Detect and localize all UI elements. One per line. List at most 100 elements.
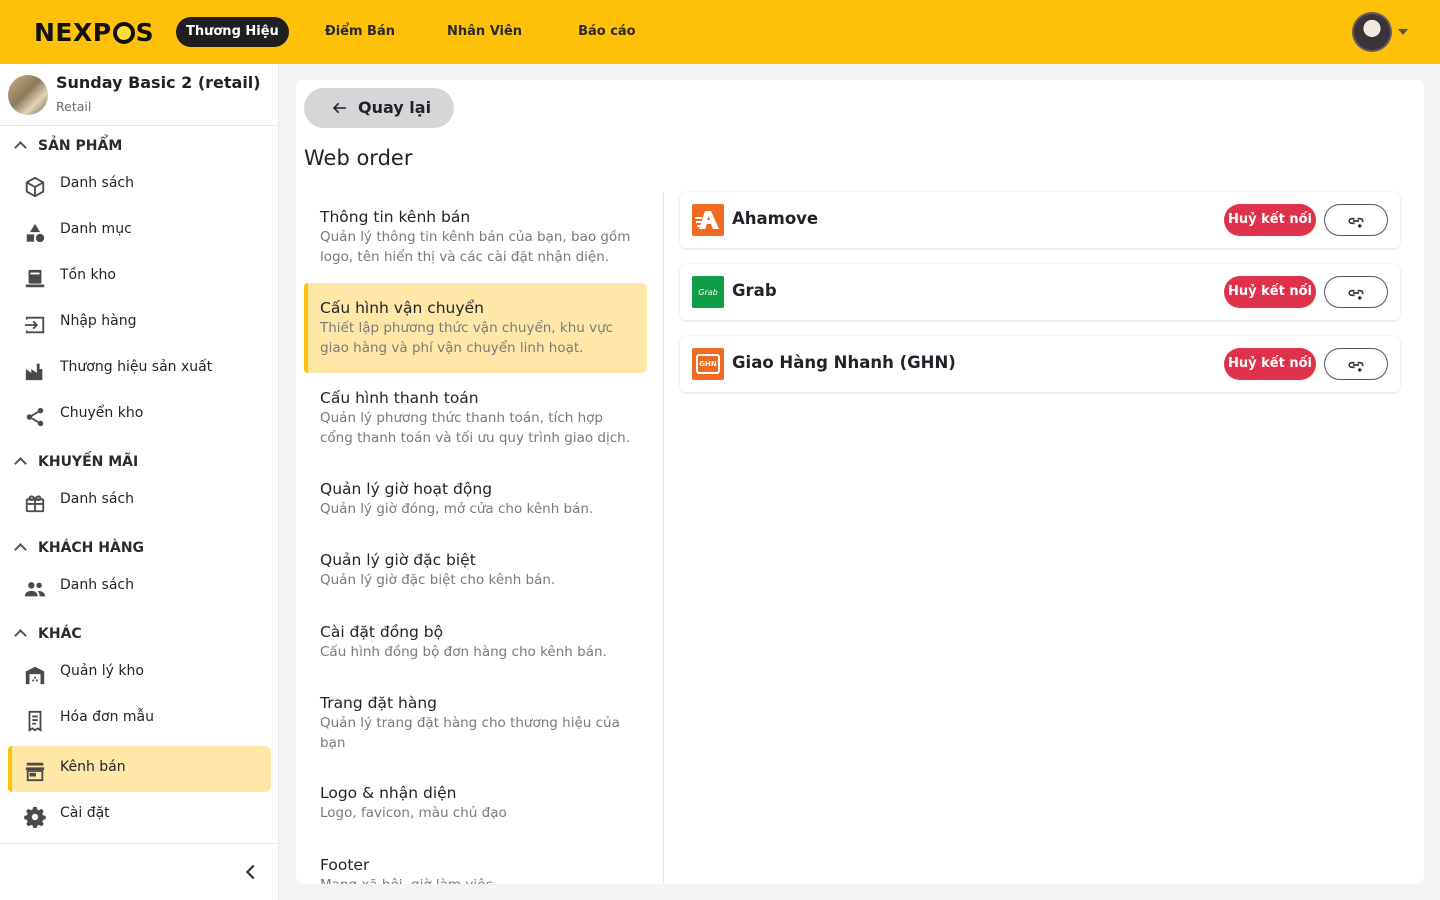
disconnect-button[interactable]: Huỷ kết nối bbox=[1224, 276, 1316, 308]
sidebar-item-quan-ly-kho[interactable]: Quản lý kho bbox=[8, 650, 271, 696]
menu-item-trang-dat-hang[interactable]: Trang đặt hàng Quản lý trang đặt hàng ch… bbox=[304, 694, 647, 753]
menu-item-desc: Quản lý giờ đặc biệt cho kênh bán. bbox=[320, 572, 556, 588]
chevron-up-icon bbox=[0, 541, 40, 555]
sidebar-divider bbox=[0, 843, 279, 844]
provider-card-ghn: GHN Giao Hàng Nhanh (GHN) Huỷ kết nối bbox=[680, 336, 1400, 392]
section-label: KHUYẾN MÃI bbox=[38, 454, 139, 470]
category-icon bbox=[26, 223, 45, 243]
chevron-up-icon bbox=[0, 627, 40, 641]
sidebar-item-label: Danh mục bbox=[60, 221, 132, 237]
section-khuyen-mai[interactable]: KHUYẾN MÃI bbox=[0, 447, 279, 477]
sidebar-item-kenh-ban[interactable]: Kênh bán bbox=[8, 746, 271, 792]
disconnect-button[interactable]: Huỷ kết nối bbox=[1224, 348, 1316, 380]
inventory-icon bbox=[25, 269, 45, 288]
menu-item-thong-tin-kenh-ban[interactable]: Thông tin kênh bán Quản lý thông tin kên… bbox=[304, 208, 647, 267]
menu-item-title: Quản lý giờ đặc biệt bbox=[320, 551, 476, 569]
warehouse-icon bbox=[25, 666, 45, 685]
sidebar: Sunday Basic 2 (retail) Retail SẢN PHẨM … bbox=[0, 64, 279, 900]
storefront-icon bbox=[25, 762, 45, 782]
gift-icon bbox=[25, 495, 45, 513]
menu-item-desc: Cấu hình đồng bộ đơn hàng cho kênh bán. bbox=[320, 644, 607, 660]
section-khach-hang[interactable]: KHÁCH HÀNG bbox=[0, 533, 279, 563]
chevron-up-icon bbox=[0, 139, 40, 153]
provider-card-grab: Grab Grab Huỷ kết nối bbox=[680, 264, 1400, 320]
sidebar-item-thuong-hieu-san-xuat[interactable]: Thương hiệu sản xuất bbox=[8, 346, 271, 392]
menu-item-desc: Quản lý phương thức thanh toán, tích hợp… bbox=[320, 410, 630, 446]
chevron-down-icon[interactable] bbox=[1398, 29, 1408, 35]
provider-name: Giao Hàng Nhanh (GHN) bbox=[732, 353, 956, 372]
gear-icon bbox=[24, 806, 46, 828]
chevron-up-icon bbox=[0, 455, 40, 469]
menu-item-quan-ly-gio-hoat-dong[interactable]: Quản lý giờ hoạt động Quản lý giờ đóng, … bbox=[304, 480, 647, 520]
store-header[interactable]: Sunday Basic 2 (retail) Retail bbox=[0, 64, 279, 126]
menu-item-cau-hinh-van-chuyen[interactable]: Cấu hình vận chuyển Thiết lập phương thứ… bbox=[304, 283, 647, 373]
sidebar-item-nhap-hang[interactable]: Nhập hàng bbox=[8, 300, 271, 346]
section-san-pham[interactable]: SẢN PHẨM bbox=[0, 131, 279, 161]
ahamove-logo-icon bbox=[692, 204, 724, 236]
sidebar-item-label: Danh sách bbox=[60, 175, 134, 191]
link-button[interactable] bbox=[1324, 276, 1388, 308]
provider-name: Grab bbox=[732, 281, 777, 300]
sidebar-item-hoa-don-mau[interactable]: Hóa đơn mẫu bbox=[8, 696, 271, 742]
people-icon bbox=[24, 582, 46, 597]
menu-item-desc: Quản lý thông tin kênh bán của bạn, bao … bbox=[320, 229, 631, 265]
nav-nhan-vien[interactable]: Nhân Viên bbox=[437, 17, 532, 47]
top-navbar: NEXP S Thương Hiệu Điểm Bán Nhân Viên Báo… bbox=[0, 0, 1440, 64]
section-label: KHÁC bbox=[38, 626, 82, 642]
sidebar-item-label: Chuyển kho bbox=[60, 405, 144, 421]
sidebar-item-ton-kho[interactable]: Tồn kho bbox=[8, 254, 271, 300]
sidebar-item-cai-dat[interactable]: Cài đặt bbox=[8, 792, 271, 838]
collapse-sidebar-icon[interactable] bbox=[240, 861, 262, 883]
cube-icon bbox=[25, 176, 45, 198]
link-button[interactable] bbox=[1324, 204, 1388, 236]
factory-icon bbox=[25, 363, 43, 381]
sidebar-item-danh-muc[interactable]: Danh mục bbox=[8, 208, 271, 254]
sidebar-item-label: Quản lý kho bbox=[60, 663, 144, 679]
menu-item-desc: Thiết lập phương thức vận chuyển, khu vự… bbox=[320, 320, 614, 356]
page-title: Web order bbox=[304, 146, 413, 170]
section-label: SẢN PHẨM bbox=[38, 138, 123, 154]
ghn-logo-icon: GHN bbox=[692, 348, 724, 380]
nav-diem-ban[interactable]: Điểm Bán bbox=[315, 17, 405, 47]
menu-item-desc: Logo, favicon, màu chủ đạo bbox=[320, 805, 507, 821]
sidebar-item-label: Thương hiệu sản xuất bbox=[60, 359, 213, 375]
store-type: Retail bbox=[56, 99, 92, 114]
menu-item-title: Thông tin kênh bán bbox=[320, 208, 471, 226]
sidebar-item-khuyen-mai-danh-sach[interactable]: Danh sách bbox=[8, 478, 271, 524]
provider-card-ahamove: Ahamove Huỷ kết nối bbox=[680, 192, 1400, 248]
sidebar-item-chuyen-kho[interactable]: Chuyển kho bbox=[8, 392, 271, 438]
section-khac[interactable]: KHÁC bbox=[0, 619, 279, 649]
link-button[interactable] bbox=[1324, 348, 1388, 380]
menu-item-title: Trang đặt hàng bbox=[320, 694, 437, 712]
user-avatar[interactable] bbox=[1352, 12, 1392, 52]
menu-item-quan-ly-gio-dac-biet[interactable]: Quản lý giờ đặc biệt Quản lý giờ đặc biệ… bbox=[304, 551, 647, 591]
menu-item-title: Cài đặt đồng bộ bbox=[320, 623, 444, 641]
import-icon bbox=[24, 316, 45, 334]
nav-thuong-hieu[interactable]: Thương Hiệu bbox=[176, 17, 289, 47]
receipt-icon bbox=[28, 710, 42, 732]
menu-item-cai-dat-dong-bo[interactable]: Cài đặt đồng bộ Cấu hình đồng bộ đơn hàn… bbox=[304, 623, 647, 663]
menu-item-title: Quản lý giờ hoạt động bbox=[320, 480, 493, 498]
menu-item-footer[interactable]: Footer Mạng xã hội, giờ làm việc... bbox=[304, 856, 647, 884]
sidebar-item-label: Tồn kho bbox=[60, 267, 116, 283]
back-button-label: Quay lại bbox=[358, 98, 432, 117]
sidebar-item-khach-hang-danh-sach[interactable]: Danh sách bbox=[8, 564, 271, 610]
store-avatar bbox=[8, 75, 48, 115]
section-label: KHÁCH HÀNG bbox=[38, 540, 145, 556]
sidebar-item-label: Cài đặt bbox=[60, 805, 110, 821]
provider-name: Ahamove bbox=[732, 209, 819, 228]
menu-item-desc: Quản lý trang đặt hàng cho thương hiệu c… bbox=[320, 715, 620, 751]
app-logo[interactable]: NEXP S bbox=[34, 18, 154, 47]
arrow-left-icon bbox=[332, 102, 346, 114]
menu-item-desc: Quản lý giờ đóng, mở cửa cho kênh bán. bbox=[320, 501, 594, 517]
menu-item-title: Footer bbox=[320, 856, 370, 874]
menu-item-title: Logo & nhận diện bbox=[320, 784, 457, 802]
sidebar-item-san-pham-danh-sach[interactable]: Danh sách bbox=[8, 162, 271, 208]
back-button[interactable]: Quay lại bbox=[304, 88, 454, 128]
sidebar-item-label: Kênh bán bbox=[60, 759, 126, 775]
link-settings-icon bbox=[1348, 217, 1364, 228]
nav-bao-cao[interactable]: Báo cáo bbox=[568, 17, 646, 47]
menu-item-logo-nhan-dien[interactable]: Logo & nhận diện Logo, favicon, màu chủ … bbox=[304, 784, 647, 824]
disconnect-button[interactable]: Huỷ kết nối bbox=[1224, 204, 1316, 236]
menu-item-cau-hinh-thanh-toan[interactable]: Cấu hình thanh toán Quản lý phương thức … bbox=[304, 389, 647, 448]
